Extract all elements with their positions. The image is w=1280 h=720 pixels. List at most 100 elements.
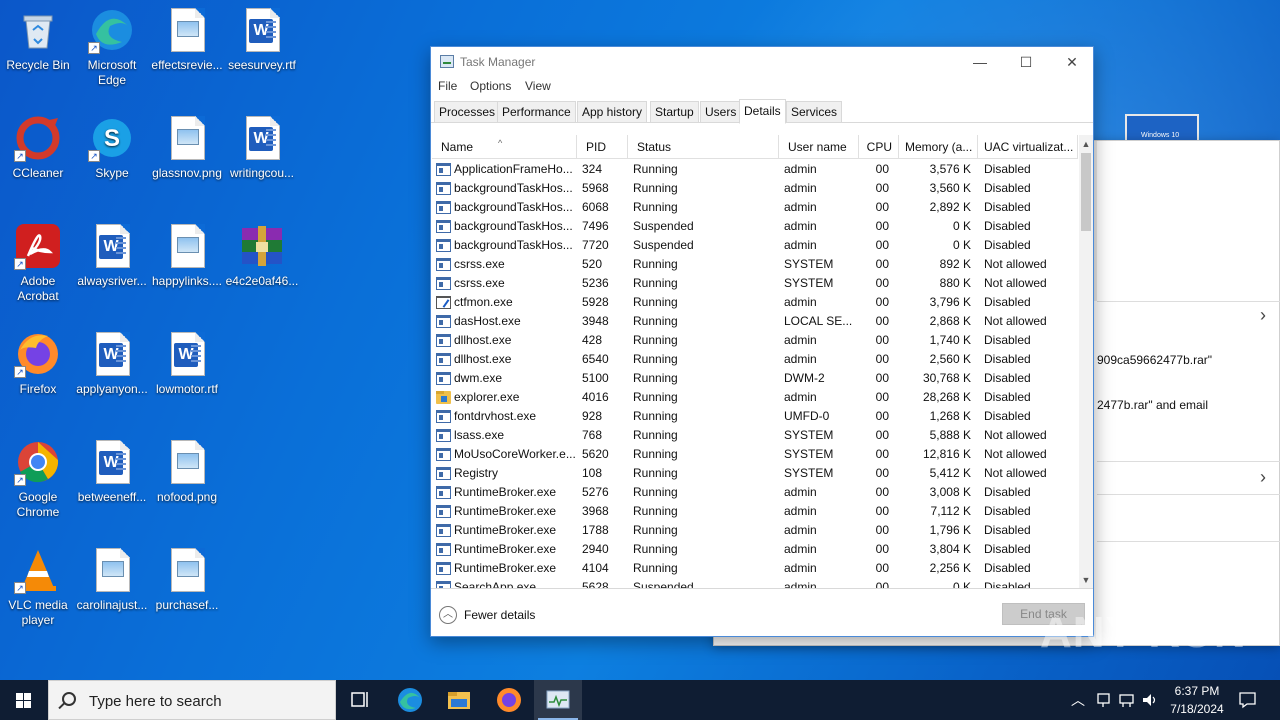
table-row[interactable]: csrss.exe 5236 Running SYSTEM 00 880 K Not all… [432,274,1078,293]
volume-icon[interactable] [1141,691,1159,709]
menu-options[interactable]: Options [470,79,511,93]
cell-user: LOCAL SE... [784,314,853,328]
table-row[interactable]: RuntimeBroker.exe 3968 Running admin 00 7,112… [432,502,1078,521]
table-row[interactable]: dasHost.exe 3948 Running LOCAL SE... 00 2,868… [432,312,1078,331]
column-header-memory[interactable]: Memory (a... [899,135,978,159]
process-icon [436,239,451,252]
desktop-icon[interactable]: nofood.png [149,438,225,505]
table-row[interactable]: dllhost.exe 428 Running admin 00 1,740 K Disab… [432,331,1078,350]
desktop-icon[interactable]: carolinajust... [74,546,150,613]
tab-processes[interactable]: Processes [434,101,501,123]
table-row[interactable]: SearchApp.exe 5628 Suspended admin 00 0 K Disa… [432,578,1078,588]
desktop-icon[interactable]: Recycle Bin [0,6,76,73]
table-row[interactable]: lsass.exe 768 Running SYSTEM 00 5,888 K Not al… [432,426,1078,445]
desktop-icon[interactable]: purchasef... [149,546,225,613]
table-row[interactable]: backgroundTaskHos... 7496 Suspended admin 00… [432,217,1078,236]
column-header-name[interactable]: ^ Name [432,135,577,159]
cell-uac: Disabled [984,181,1031,195]
tab-details[interactable]: Details [739,99,786,124]
desktop-icon[interactable]: ↗ Microsoft Edge [74,6,150,88]
chevron-up-icon[interactable]: ︿ [1071,690,1085,710]
clock-date[interactable]: 7/18/2024 [1166,702,1228,716]
table-row[interactable]: explorer.exe 4016 Running admin 00 28,268 K Di… [432,388,1078,407]
desktop-icon-label: alwaysriver... [77,274,147,288]
desktop-icon[interactable]: Walwaysriver... [74,222,150,289]
table-row[interactable]: RuntimeBroker.exe 2940 Running admin 00 3,804… [432,540,1078,559]
desktop-icon-label: purchasef... [155,598,219,612]
taskbar-file-explorer[interactable] [435,680,483,720]
desktop-icon[interactable]: ↗ VLC media player [0,546,76,628]
table-row[interactable]: backgroundTaskHos... 6068 Running admin 00 2,… [432,198,1078,217]
tab-performance[interactable]: Performance [497,101,576,123]
table-row[interactable]: backgroundTaskHos... 5968 Running admin 00 3,… [432,179,1078,198]
maximize-button[interactable]: ☐ [1003,47,1049,77]
cell-uac: Disabled [984,162,1031,176]
desktop-icon[interactable]: e4c2e0af46... [224,222,300,289]
chevron-right-icon[interactable]: › [1260,467,1266,488]
tab-app-history[interactable]: App history [577,101,648,123]
column-header-status[interactable]: Status [628,135,779,159]
table-row[interactable]: RuntimeBroker.exe 5276 Running admin 00 3,008… [432,483,1078,502]
title-bar[interactable]: Task Manager — ☐ ✕ [431,47,1093,77]
desktop-icon[interactable]: happylinks.... [149,222,225,289]
vertical-scrollbar[interactable]: ▲ ▼ [1079,135,1093,588]
network-icon[interactable] [1095,691,1113,709]
menu-file[interactable]: File [438,79,457,93]
column-header-uac[interactable]: UAC virtualizat... [978,135,1078,159]
close-button[interactable]: ✕ [1049,47,1095,77]
desktop-icon[interactable]: glassnov.png [149,114,225,181]
notification-icon[interactable] [1238,690,1258,710]
task-view-button[interactable] [336,680,384,720]
desktop-icon[interactable]: Wbetweeneff... [74,438,150,505]
table-row[interactable]: backgroundTaskHos... 7720 Suspended admin 00… [432,236,1078,255]
table-row[interactable]: csrss.exe 520 Running SYSTEM 00 892 K Not allo… [432,255,1078,274]
tab-startup[interactable]: Startup [650,101,699,123]
wired-network-icon[interactable] [1118,691,1136,709]
chevron-right-icon[interactable]: › [1260,305,1266,326]
taskbar-task-manager[interactable] [534,680,582,720]
shortcut-arrow-icon: ↗ [88,42,100,54]
bg-row-2[interactable] [1097,461,1280,495]
desktop-icon[interactable]: ↗ Google Chrome [0,438,76,520]
clock-time[interactable]: 6:37 PM [1168,684,1226,698]
desktop-icon[interactable]: Wlowmotor.rtf [149,330,225,397]
desktop-icon[interactable]: Wapplyanyon... [74,330,150,397]
taskbar-firefox[interactable] [485,680,533,720]
table-row[interactable]: Registry 108 Running SYSTEM 00 5,412 K Not all… [432,464,1078,483]
tab-users[interactable]: Users [700,101,742,123]
desktop-icon[interactable]: ↗ Firefox [0,330,76,397]
tab-services[interactable]: Services [786,101,843,123]
table-row[interactable]: ApplicationFrameHo... 324 Running admin 00 3,… [432,160,1078,179]
bg-row-1[interactable] [1097,301,1280,349]
taskbar-search-box[interactable]: Type here to search [48,680,336,720]
minimize-button[interactable]: — [957,47,1003,77]
scroll-thumb[interactable] [1081,153,1091,231]
cell-user: SYSTEM [784,257,834,271]
start-button[interactable] [0,680,48,720]
column-header-pid[interactable]: PID [577,135,628,159]
column-header-cpu[interactable]: CPU [859,135,899,159]
desktop-icon[interactable]: S ↗ Skype [74,114,150,181]
desktop-icon[interactable]: ↗ CCleaner [0,114,76,181]
desktop-icon[interactable]: Wseesurvey.rtf [224,6,300,73]
desktop-icon[interactable]: effectsrevie... [149,6,225,73]
search-icon [62,692,76,706]
cell-name: dllhost.exe [454,352,512,366]
column-header-user[interactable]: User name [779,135,859,159]
table-row[interactable]: RuntimeBroker.exe 1788 Running admin 00 1,796… [432,521,1078,540]
table-row[interactable]: dwm.exe 5100 Running DWM-2 00 30,768 K Disable… [432,369,1078,388]
table-row[interactable]: ctfmon.exe 5928 Running admin 00 3,796 K Disab… [432,293,1078,312]
scroll-down-icon[interactable]: ▼ [1079,573,1093,587]
taskbar-edge[interactable] [386,680,434,720]
table-row[interactable]: dllhost.exe 6540 Running admin 00 2,560 K Disa… [432,350,1078,369]
chevron-up-icon[interactable]: ︿ [439,606,457,624]
table-row[interactable]: RuntimeBroker.exe 4104 Running admin 00 2,256… [432,559,1078,578]
table-row[interactable]: fontdrvhost.exe 928 Running UMFD-0 00 1,268 K… [432,407,1078,426]
table-row[interactable]: MoUsoCoreWorker.e... 5620 Running SYSTEM 00 1… [432,445,1078,464]
desktop-icon[interactable]: ↗ Adobe Acrobat [0,222,76,304]
fewer-details-link[interactable]: Fewer details [464,608,535,622]
cell-uac: Disabled [984,561,1031,575]
desktop-icon[interactable]: Wwritingcou... [224,114,300,181]
menu-view[interactable]: View [525,79,551,93]
scroll-up-icon[interactable]: ▲ [1079,137,1093,151]
